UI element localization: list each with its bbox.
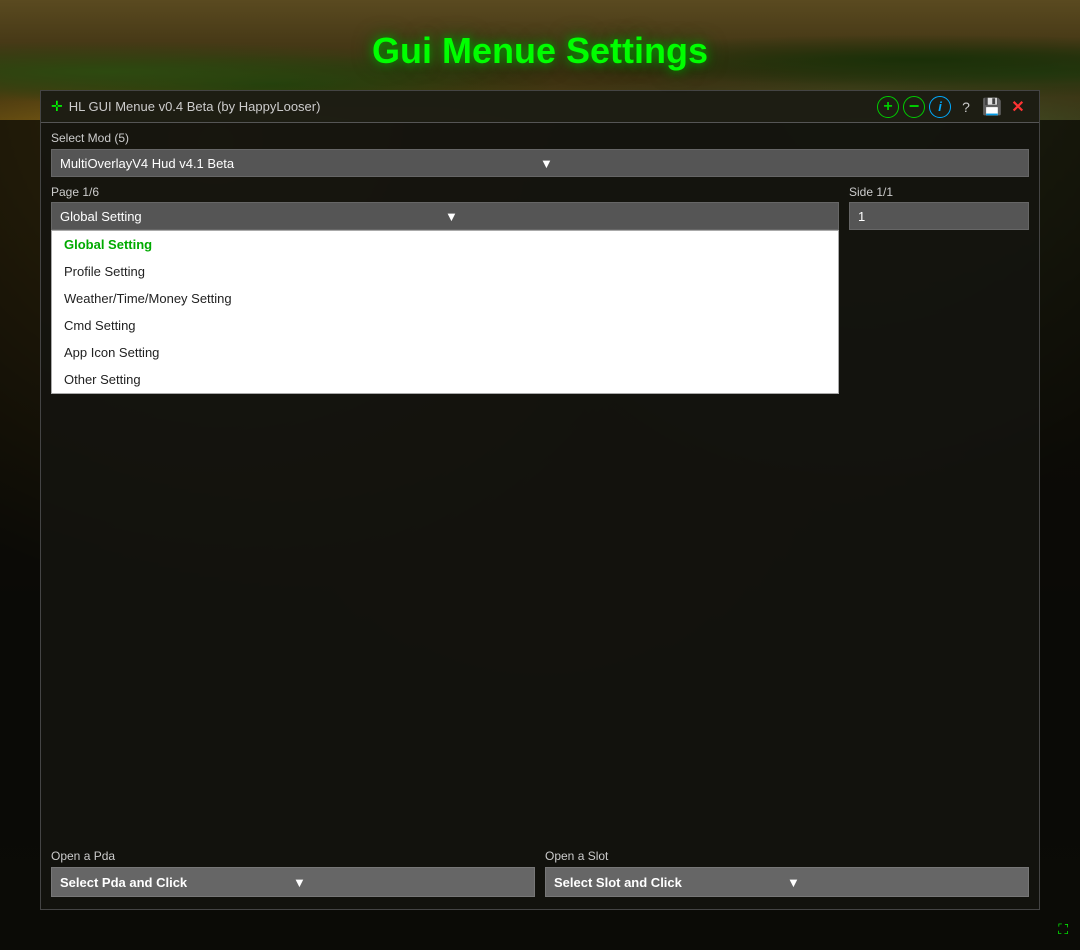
open-slot-value: Select Slot and Click	[554, 875, 787, 890]
page-value: Global Setting	[60, 209, 445, 224]
main-title: Gui Menue Settings	[372, 30, 708, 72]
select-mod-arrow: ▼	[540, 156, 1020, 171]
close-button[interactable]: ✕	[1007, 96, 1029, 118]
select-mod-value: MultiOverlayV4 Hud v4.1 Beta	[60, 156, 540, 171]
page-label: Page 1/6	[51, 185, 839, 199]
title-bar: ✛ HL GUI Menue v0.4 Beta (by HappyLooser…	[41, 91, 1039, 123]
open-pda-dropdown[interactable]: Select Pda and Click ▼	[51, 867, 535, 897]
crosshair-icon: ✛	[51, 98, 63, 115]
corner-resize-icon: ⛶	[1058, 921, 1068, 938]
open-slot-arrow: ▼	[787, 875, 1020, 890]
open-slot-dropdown[interactable]: Select Slot and Click ▼	[545, 867, 1029, 897]
dropdown-item-cmd[interactable]: Cmd Setting	[52, 312, 838, 339]
page-dropdown-list: Global Setting Profile Setting Weather/T…	[51, 230, 839, 394]
side-section: Side 1/1 1	[849, 185, 1029, 394]
open-slot-label: Open a Slot	[545, 849, 1029, 863]
bottom-section: Open a Pda Select Pda and Click ▼ Open a…	[51, 849, 1029, 897]
content-area: Select Mod (5) MultiOverlayV4 Hud v4.1 B…	[41, 123, 1039, 406]
side-label: Side 1/1	[849, 185, 1029, 199]
page-section: Page 1/6 Global Setting ▼ Global Setting…	[51, 185, 839, 394]
dropdown-item-global[interactable]: Global Setting	[52, 231, 838, 258]
side-value: 1	[858, 209, 865, 224]
page-dropdown[interactable]: Global Setting ▼	[51, 202, 839, 230]
dropdown-item-appicon[interactable]: App Icon Setting	[52, 339, 838, 366]
select-mod-dropdown[interactable]: MultiOverlayV4 Hud v4.1 Beta ▼	[51, 149, 1029, 177]
minus-button[interactable]: −	[903, 96, 925, 118]
title-bar-controls: + − i ? 💾 ✕	[877, 96, 1029, 118]
page-side-row: Page 1/6 Global Setting ▼ Global Setting…	[51, 185, 1029, 394]
gui-window: ✛ HL GUI Menue v0.4 Beta (by HappyLooser…	[40, 90, 1040, 910]
dropdown-item-weather[interactable]: Weather/Time/Money Setting	[52, 285, 838, 312]
dropdown-item-profile[interactable]: Profile Setting	[52, 258, 838, 285]
side-input: 1	[849, 202, 1029, 230]
dropdown-item-other[interactable]: Other Setting	[52, 366, 838, 393]
question-button[interactable]: ?	[955, 96, 977, 118]
info-button[interactable]: i	[929, 96, 951, 118]
open-slot-col: Open a Slot Select Slot and Click ▼	[545, 849, 1029, 897]
save-button[interactable]: 💾	[981, 96, 1003, 118]
open-pda-arrow: ▼	[293, 875, 526, 890]
title-bar-text: HL GUI Menue v0.4 Beta (by HappyLooser)	[69, 99, 321, 114]
add-button[interactable]: +	[877, 96, 899, 118]
open-pda-label: Open a Pda	[51, 849, 535, 863]
page-arrow: ▼	[445, 209, 830, 224]
open-pda-value: Select Pda and Click	[60, 875, 293, 890]
title-bar-left: ✛ HL GUI Menue v0.4 Beta (by HappyLooser…	[51, 98, 320, 115]
select-mod-label: Select Mod (5)	[51, 131, 1029, 145]
open-pda-col: Open a Pda Select Pda and Click ▼	[51, 849, 535, 897]
